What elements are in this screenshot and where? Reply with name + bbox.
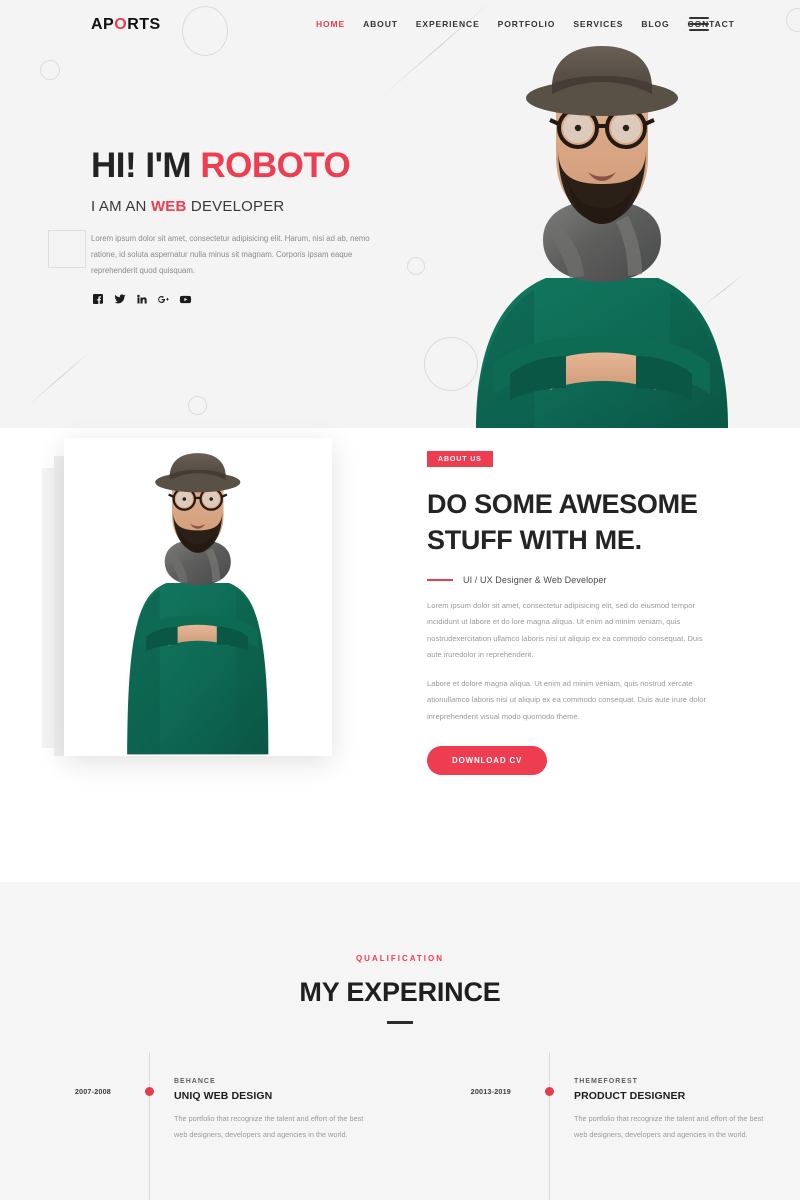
about-subline-text: UI / UX Designer & Web Developer: [463, 574, 607, 585]
timeline-line: [549, 1052, 550, 1200]
timeline-line: [149, 1052, 150, 1200]
timeline-role: UNIQ WEB DESIGN: [174, 1090, 273, 1102]
site-header: APORTS HOME ABOUT EXPERIENCE PORTFOLIO S…: [0, 0, 800, 48]
qualification-section: QUALIFICATION MY EXPERINCE 2007-2008 BEH…: [0, 882, 800, 1200]
timeline-axis: [111, 1052, 174, 1200]
about-heading-line2: STUFF WITH ME.: [427, 525, 642, 556]
social-links: [91, 293, 391, 306]
nav-item-services[interactable]: SERVICES: [573, 19, 623, 29]
timeline-dot: [144, 1087, 154, 1096]
hero-subtitle-prefix: I AM AN: [91, 197, 151, 215]
logo-text-accent: O: [114, 16, 128, 33]
timeline-body: THEMEFOREST PRODUCT DESIGNER The portfol…: [574, 1078, 764, 1142]
nav-item-about[interactable]: ABOUT: [363, 19, 398, 29]
facebook-icon[interactable]: [91, 293, 104, 306]
timeline-description: The portfolio that recognize the talent …: [174, 1114, 364, 1139]
accent-dash: [427, 578, 453, 581]
nav-item-experience[interactable]: EXPERIENCE: [416, 19, 480, 29]
logo-text-after: RTS: [127, 16, 161, 33]
experience-timeline: 2007-2008 BEHANCE UNIQ WEB DESIGN The po…: [0, 1052, 800, 1200]
decorative-circle: [188, 396, 207, 415]
nav-item-home[interactable]: HOME: [316, 19, 345, 29]
timeline-dot: [544, 1087, 554, 1096]
timeline-axis: [511, 1052, 574, 1200]
qualification-divider: [387, 1021, 413, 1024]
about-section: ABOUT US DO SOME AWESOME STUFF WITH ME. …: [0, 428, 800, 882]
google-plus-icon[interactable]: [157, 293, 170, 306]
hamburger-menu-icon[interactable]: [689, 17, 709, 31]
hero-portrait-image: [406, 44, 800, 428]
timeline-date: 2007-2008: [74, 1087, 111, 1096]
hamburger-bar: [689, 29, 709, 31]
nav-item-portfolio[interactable]: PORTFOLIO: [498, 19, 556, 29]
hero-title-accent: ROBOTO: [200, 146, 351, 185]
hero-title: HI! I'M ROBOTO: [91, 146, 391, 185]
timeline-description: The portfolio that recognize the talent …: [574, 1114, 764, 1139]
about-heading-line1: DO SOME AWESOME: [427, 489, 698, 519]
timeline-date: 20013-2019: [470, 1087, 511, 1096]
qualification-kicker: QUALIFICATION: [355, 954, 445, 963]
main-navigation: HOME ABOUT EXPERIENCE PORTFOLIO SERVICES…: [316, 19, 735, 29]
linkedin-icon[interactable]: [135, 293, 148, 306]
hamburger-bar: [689, 17, 709, 19]
logo-text-before: AP: [91, 16, 115, 33]
timeline-body: BEHANCE UNIQ WEB DESIGN The portfolio th…: [174, 1078, 364, 1142]
download-cv-button[interactable]: DOWNLOAD CV: [427, 746, 548, 776]
decorative-square: [48, 230, 86, 268]
about-content: ABOUT US DO SOME AWESOME STUFF WITH ME. …: [427, 448, 717, 776]
timeline-org: THEMEFOREST: [574, 1078, 638, 1085]
youtube-icon[interactable]: [179, 293, 192, 306]
decorative-circle: [40, 60, 60, 80]
about-badge: ABOUT US: [427, 451, 493, 467]
about-paragraph-1: Lorem ipsum dolor sit amet, consectetur …: [427, 600, 703, 659]
nav-item-blog[interactable]: BLOG: [641, 19, 669, 29]
logo[interactable]: APORTS: [91, 16, 161, 34]
about-heading: DO SOME AWESOME STUFF WITH ME.: [427, 486, 717, 559]
hero-subtitle: I AM AN WEB DEVELOPER: [91, 198, 391, 215]
twitter-icon[interactable]: [113, 293, 126, 306]
timeline-org: BEHANCE: [174, 1078, 216, 1085]
decorative-line: [27, 349, 93, 406]
hero-content: HI! I'M ROBOTO I AM AN WEB DEVELOPER Lor…: [91, 146, 391, 306]
hero-paragraph: Lorem ipsum dolor sit amet, consectetur …: [91, 233, 370, 275]
hero-subtitle-accent: WEB: [150, 197, 187, 215]
timeline-item: 2007-2008 BEHANCE UNIQ WEB DESIGN The po…: [0, 1052, 400, 1200]
qualification-title: MY EXPERINCE: [299, 977, 501, 1007]
about-paragraph-2: Labore et dolore magna aliqua. Ut enim a…: [427, 679, 707, 721]
hero-section: APORTS HOME ABOUT EXPERIENCE PORTFOLIO S…: [0, 0, 800, 428]
hamburger-bar: [689, 23, 709, 25]
hero-title-prefix: HI! I'M: [91, 146, 201, 185]
timeline-item: 20013-2019 THEMEFOREST PRODUCT DESIGNER …: [400, 1052, 800, 1200]
hero-subtitle-suffix: DEVELOPER: [186, 197, 285, 215]
timeline-role: PRODUCT DESIGNER: [574, 1090, 686, 1102]
about-subline: UI / UX Designer & Web Developer: [427, 575, 717, 585]
about-portrait-image: [64, 438, 332, 756]
